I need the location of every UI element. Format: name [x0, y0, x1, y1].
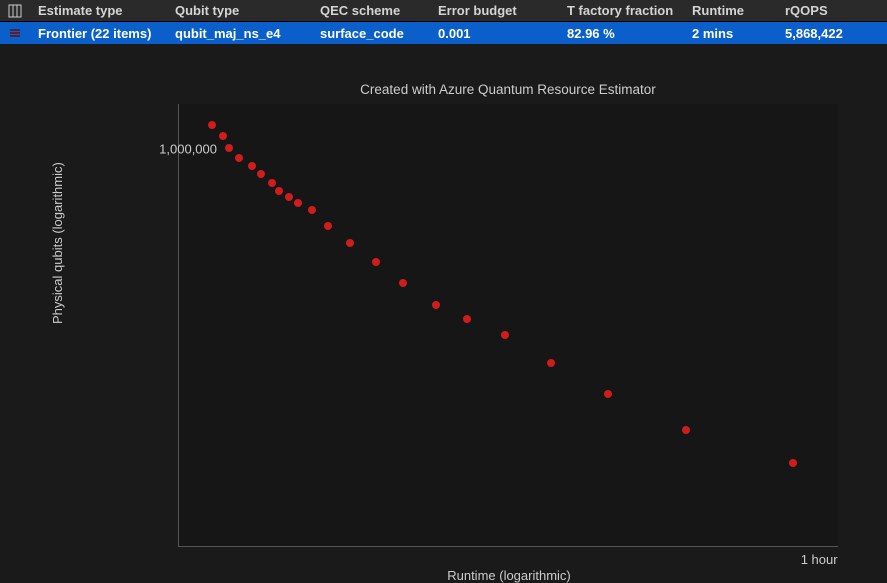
table-row[interactable]: Frontier (22 items) qubit_maj_ns_e4 surf… [0, 22, 887, 44]
cell-estimate-type: Frontier (22 items) [30, 26, 167, 41]
data-point[interactable] [463, 315, 471, 323]
header-runtime[interactable]: Runtime [684, 3, 777, 18]
data-point[interactable] [308, 206, 316, 214]
x-tick-label: 1 hour [801, 552, 838, 567]
header-qubit-type[interactable]: Qubit type [167, 3, 312, 18]
chart-title: Created with Azure Quantum Resource Esti… [178, 82, 838, 97]
cell-t-factory: 82.96 % [559, 26, 684, 41]
header-error-budget[interactable]: Error budget [430, 3, 559, 18]
cell-qec-scheme: surface_code [312, 26, 430, 41]
data-point[interactable] [294, 199, 302, 207]
x-axis-label: Runtime (logarithmic) [179, 568, 839, 583]
header-rqops[interactable]: rQOPS [777, 3, 887, 18]
header-t-factory[interactable]: T factory fraction [559, 3, 684, 18]
data-point[interactable] [225, 144, 233, 152]
data-point[interactable] [604, 390, 612, 398]
cell-runtime: 2 mins [684, 26, 777, 41]
data-point[interactable] [682, 426, 690, 434]
data-point[interactable] [275, 187, 283, 195]
columns-icon[interactable] [0, 4, 30, 18]
y-tick-label: 1,000,000 [159, 142, 217, 157]
data-point[interactable] [372, 258, 380, 266]
data-point[interactable] [346, 239, 354, 247]
cell-rqops: 5,868,422 [777, 26, 887, 41]
row-menu-icon[interactable] [0, 26, 30, 40]
data-point[interactable] [547, 359, 555, 367]
data-point[interactable] [208, 121, 216, 129]
y-axis-label: Physical qubits (logarithmic) [50, 162, 65, 324]
data-point[interactable] [248, 162, 256, 170]
chart-container: Created with Azure Quantum Resource Esti… [0, 44, 887, 564]
header-qec-scheme[interactable]: QEC scheme [312, 3, 430, 18]
data-point[interactable] [268, 179, 276, 187]
data-point[interactable] [219, 132, 227, 140]
cell-error-budget: 0.001 [430, 26, 559, 41]
data-point[interactable] [285, 193, 293, 201]
data-point[interactable] [324, 222, 332, 230]
data-point[interactable] [789, 459, 797, 467]
header-estimate-type[interactable]: Estimate type [30, 3, 167, 18]
data-point[interactable] [235, 154, 243, 162]
data-point[interactable] [399, 279, 407, 287]
plot-area[interactable]: Runtime (logarithmic) [178, 104, 838, 547]
data-point[interactable] [257, 170, 265, 178]
data-point[interactable] [432, 301, 440, 309]
table-header-row: Estimate type Qubit type QEC scheme Erro… [0, 0, 887, 22]
data-point[interactable] [501, 331, 509, 339]
cell-qubit-type: qubit_maj_ns_e4 [167, 26, 312, 41]
